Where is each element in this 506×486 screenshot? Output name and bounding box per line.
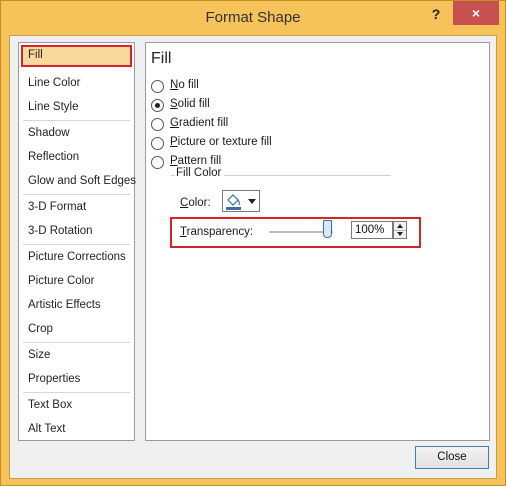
sidebar-item-text-box[interactable]: Text Box xyxy=(28,399,72,411)
sidebar-item-size[interactable]: Size xyxy=(28,349,50,361)
divider xyxy=(23,120,130,121)
sidebar-item-line-color[interactable]: Line Color xyxy=(28,77,80,89)
close-button[interactable]: Close xyxy=(415,446,489,469)
sidebar-item-alt-text[interactable]: Alt Text xyxy=(28,423,66,435)
sidebar-item-fill[interactable]: Fill xyxy=(28,49,43,61)
radio-button[interactable] xyxy=(151,118,164,131)
radio-label: Gradient fill xyxy=(170,117,229,129)
arrow-up-icon xyxy=(397,224,403,228)
sidebar-item-picture-corrections[interactable]: Picture Corrections xyxy=(28,251,126,263)
radio-button-checked[interactable] xyxy=(151,99,164,112)
dialog-body: Fill Line Color Line Style Shadow Reflec… xyxy=(9,35,497,479)
title-bar: Format Shape ? × xyxy=(1,1,505,35)
divider xyxy=(23,392,130,393)
color-picker-button[interactable] xyxy=(222,190,260,212)
radio-label: Pattern fill xyxy=(170,155,222,167)
fill-panel: Fill No fill Solid fill Gradient fill Pi… xyxy=(145,42,490,441)
radio-button[interactable] xyxy=(151,80,164,93)
arrow-down-icon xyxy=(397,232,403,236)
radio-label: Picture or texture fill xyxy=(170,136,272,148)
divider xyxy=(23,244,130,245)
sidebar-item-3d-format[interactable]: 3-D Format xyxy=(28,201,86,213)
transparency-spinner[interactable] xyxy=(393,221,407,239)
sidebar-item-line-style[interactable]: Line Style xyxy=(28,101,79,113)
window-close-button[interactable]: × xyxy=(453,1,499,25)
divider xyxy=(23,342,130,343)
help-button[interactable]: ? xyxy=(427,5,445,23)
fill-color-group-title: Fill Color xyxy=(175,167,225,179)
radio-label: Solid fill xyxy=(170,98,210,110)
radio-button[interactable] xyxy=(151,137,164,150)
sidebar-item-artistic-effects[interactable]: Artistic Effects xyxy=(28,299,101,311)
color-label: Color: xyxy=(180,197,211,209)
transparency-value-input[interactable] xyxy=(351,221,393,239)
sidebar-item-3d-rotation[interactable]: 3-D Rotation xyxy=(28,225,93,237)
paint-bucket-icon xyxy=(226,194,241,210)
spin-down-button[interactable] xyxy=(394,230,406,238)
radio-button[interactable] xyxy=(151,156,164,169)
sidebar-item-glow-soft-edges[interactable]: Glow and Soft Edges xyxy=(28,175,136,187)
sidebar-item-picture-color[interactable]: Picture Color xyxy=(28,275,94,287)
panel-title: Fill xyxy=(151,50,172,67)
sidebar-item-properties[interactable]: Properties xyxy=(28,373,80,385)
format-shape-dialog: Format Shape ? × Fill Line Color Line St… xyxy=(0,0,506,486)
sidebar-item-crop[interactable]: Crop xyxy=(28,323,53,335)
chevron-down-icon xyxy=(248,199,256,204)
transparency-label: Transparency: xyxy=(180,226,254,238)
category-sidebar: Fill Line Color Line Style Shadow Reflec… xyxy=(18,42,136,441)
transparency-slider-thumb[interactable] xyxy=(323,220,332,238)
sidebar-item-reflection[interactable]: Reflection xyxy=(28,151,79,163)
divider xyxy=(23,194,130,195)
radio-label: No fill xyxy=(170,79,199,91)
sidebar-item-shadow[interactable]: Shadow xyxy=(28,127,70,139)
